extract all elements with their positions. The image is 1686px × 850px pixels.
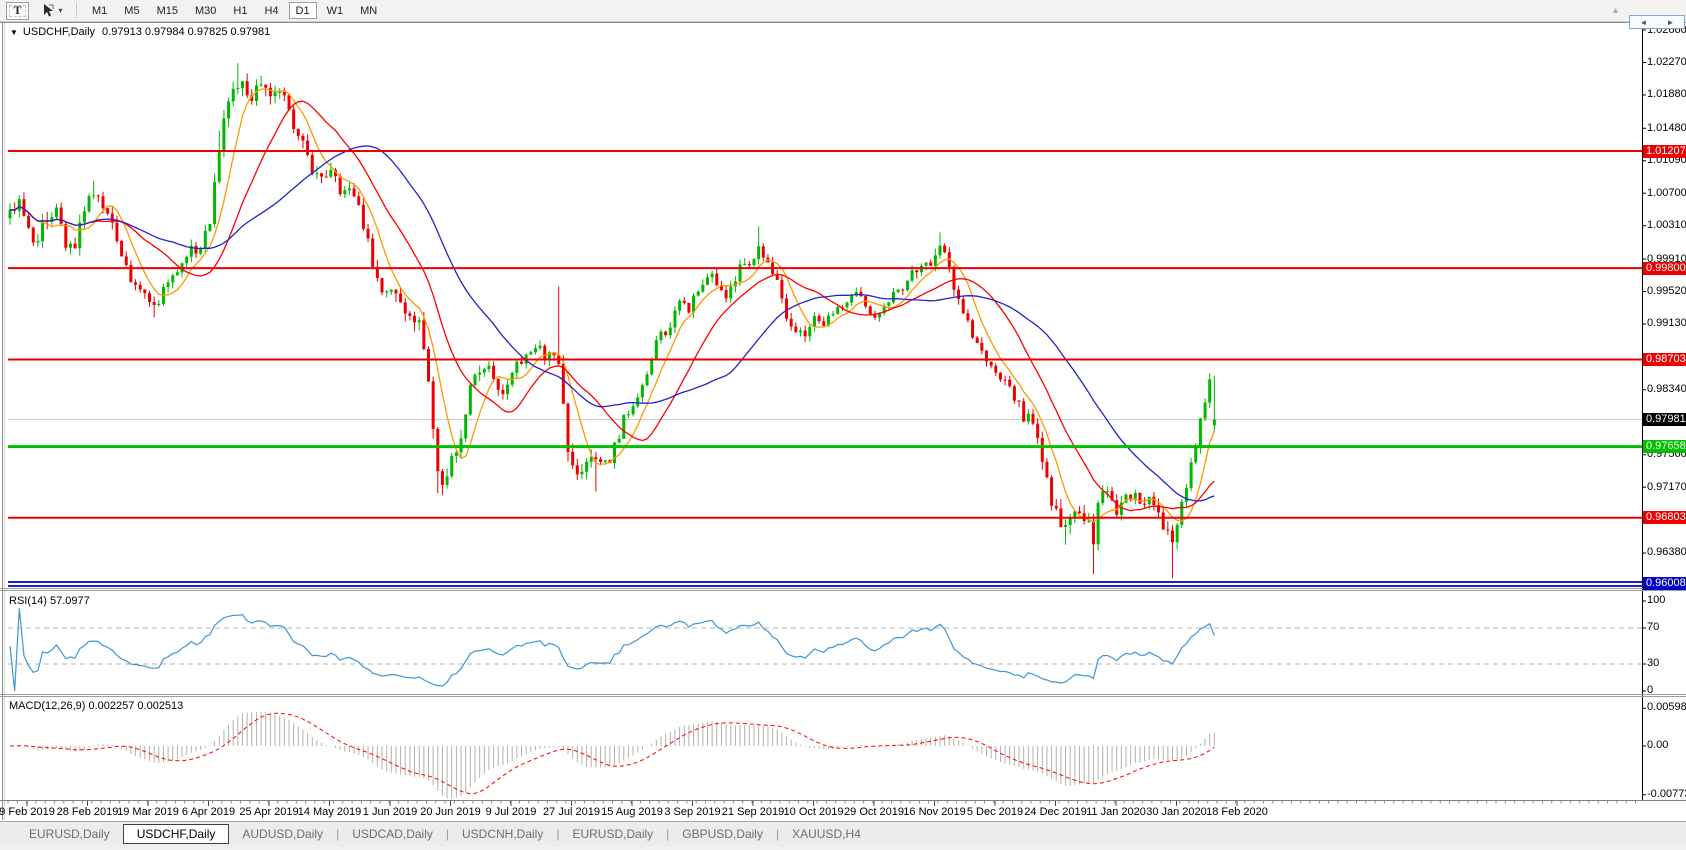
cursor-arrows-icon — [39, 3, 55, 19]
date-tick-label: 28 Feb 2019 — [57, 806, 119, 818]
current-price-badge: 0.97981 — [1643, 413, 1686, 426]
date-tick-label: 21 Sep 2019 — [722, 806, 784, 818]
time-axis[interactable]: 9 Feb 201928 Feb 201919 Mar 20196 Apr 20… — [0, 806, 1686, 820]
date-tick-label: 18 Feb 2020 — [1206, 806, 1268, 818]
date-tick-label: 11 Jan 2020 — [1086, 806, 1146, 818]
timeframe-button-m15[interactable]: M15 — [150, 2, 185, 19]
chart-tab-audusd[interactable]: AUDUSD,Daily — [229, 824, 336, 844]
macd-scale-zero: 0.00 — [1647, 739, 1668, 752]
macd-indicator-label: MACD(12,26,9) 0.002257 0.002513 — [9, 700, 183, 712]
date-tick-label: 25 Apr 2019 — [239, 806, 298, 818]
price-tick-label: 0.97170 — [1647, 481, 1686, 494]
timeframe-button-w1[interactable]: W1 — [320, 2, 351, 19]
rsi-indicator-label: RSI(14) 57.0977 — [9, 595, 90, 607]
date-tick-label: 9 Jul 2019 — [486, 806, 537, 818]
text-tool-label: T — [13, 3, 21, 18]
symbol-period-label: USDCHF,Daily — [23, 26, 95, 38]
timeframe-button-d1[interactable]: D1 — [289, 2, 317, 19]
date-tick-label: 19 Mar 2019 — [117, 806, 179, 818]
rsi-scale-30: 30 — [1647, 657, 1659, 670]
date-tick-label: 10 Oct 2019 — [784, 806, 844, 818]
level-price-badge: 0.99800 — [1643, 262, 1686, 275]
chart-tabs: EURUSD,DailyUSDCHF,DailyAUDUSD,Daily|USD… — [16, 824, 874, 844]
level-price-badge: 1.01207 — [1643, 145, 1686, 158]
price-tick-label: 1.00700 — [1647, 187, 1686, 200]
level-price-badge: 0.96008 — [1643, 577, 1686, 590]
tab-scroll-left-icon[interactable]: ◄ — [1640, 18, 1648, 27]
date-tick-label: 6 Apr 2019 — [182, 806, 235, 818]
date-tick-label: 16 Nov 2019 — [903, 806, 965, 818]
chart-tab-gbpusd[interactable]: GBPUSD,Daily — [669, 824, 776, 844]
date-tick-label: 3 Sep 2019 — [664, 806, 720, 818]
chart-canvas[interactable] — [0, 0, 1686, 850]
macd-scale-bottom: -0.007737 — [1647, 788, 1686, 801]
date-tick-label: 20 Jun 2019 — [420, 806, 481, 818]
chart-tab-usdchf-active[interactable]: USDCHF,Daily — [123, 824, 230, 844]
ohlc-values: 0.97913 0.97984 0.97825 0.97981 — [102, 26, 270, 38]
date-tick-label: 27 Jul 2019 — [543, 806, 600, 818]
price-tick-label: 1.02270 — [1647, 56, 1686, 69]
chart-tab-usdcnh[interactable]: USDCNH,Daily — [449, 824, 556, 844]
timeframe-button-mn[interactable]: MN — [353, 2, 384, 19]
date-tick-label: 14 May 2019 — [298, 806, 362, 818]
status-strip — [0, 846, 1686, 850]
date-tick-label: 29 Oct 2019 — [844, 806, 904, 818]
date-tick-label: 30 Jan 2020 — [1146, 806, 1207, 818]
date-tick-label: 1 Jun 2019 — [363, 806, 417, 818]
cursor-tool-button[interactable]: ▾ — [33, 2, 69, 20]
level-price-badge: 0.98703 — [1643, 353, 1686, 366]
symbol-dropdown-icon[interactable]: ▼ — [10, 28, 18, 37]
tab-scroll-right-icon[interactable]: ► — [1667, 18, 1675, 27]
timeframe-buttons: M1M5M15M30H1H4D1W1MN — [85, 2, 387, 19]
date-tick-label: 5 Dec 2019 — [967, 806, 1023, 818]
price-tick-label: 0.96380 — [1647, 546, 1686, 559]
price-tick-label: 0.99130 — [1647, 317, 1686, 330]
date-tick-label: 9 Feb 2019 — [0, 806, 55, 818]
text-tool-button[interactable]: T — [6, 2, 29, 20]
timeframe-button-m5[interactable]: M5 — [117, 2, 146, 19]
rsi-scale-0: 0 — [1647, 684, 1653, 697]
rsi-scale-70: 70 — [1647, 621, 1659, 634]
price-tick-label: 0.98340 — [1647, 383, 1686, 396]
chevron-down-icon: ▾ — [58, 6, 62, 15]
chart-tab-usdcad[interactable]: USDCAD,Daily — [339, 824, 446, 844]
level-price-badge: 0.97658 — [1643, 440, 1686, 453]
chart-tab-eurusd[interactable]: EURUSD,Daily — [16, 824, 123, 844]
price-tick-label: 1.00310 — [1647, 219, 1686, 232]
timeframe-button-m1[interactable]: M1 — [85, 2, 114, 19]
chart-tab-eurusd[interactable]: EURUSD,Daily — [559, 824, 666, 844]
macd-scale-top: 0.005986 — [1647, 701, 1686, 714]
chart-tab-bar: EURUSD,DailyUSDCHF,DailyAUDUSD,Daily|USD… — [0, 821, 1686, 846]
timeframe-button-h1[interactable]: H1 — [226, 2, 254, 19]
chart-title: ▼ USDCHF,Daily 0.97913 0.97984 0.97825 0.9… — [10, 26, 270, 38]
timeframe-button-h4[interactable]: H4 — [257, 2, 285, 19]
price-tick-label: 1.01480 — [1647, 122, 1686, 135]
timeframe-button-m30[interactable]: M30 — [188, 2, 223, 19]
toolbar-separator — [76, 3, 78, 18]
date-tick-label: 15 Aug 2019 — [601, 806, 663, 818]
date-tick-label: 24 Dec 2019 — [1024, 806, 1086, 818]
toolbar: T ▾ M1M5M15M30H1H4D1W1MN — [0, 0, 1686, 22]
scroll-up-icon[interactable]: ▲ — [1611, 5, 1620, 15]
tab-scroll-control[interactable]: ◄ ► — [1629, 15, 1685, 29]
chart-tab-xauusd[interactable]: XAUUSD,H4 — [779, 824, 874, 844]
price-tick-label: 1.01880 — [1647, 88, 1686, 101]
metatrader-window: T ▾ M1M5M15M30H1H4D1W1MN ▲ ▼ USDCHF,Daily… — [0, 0, 1686, 850]
level-price-badge: 0.96803 — [1643, 511, 1686, 524]
price-tick-label: 0.99520 — [1647, 285, 1686, 298]
rsi-scale-100: 100 — [1647, 594, 1665, 607]
